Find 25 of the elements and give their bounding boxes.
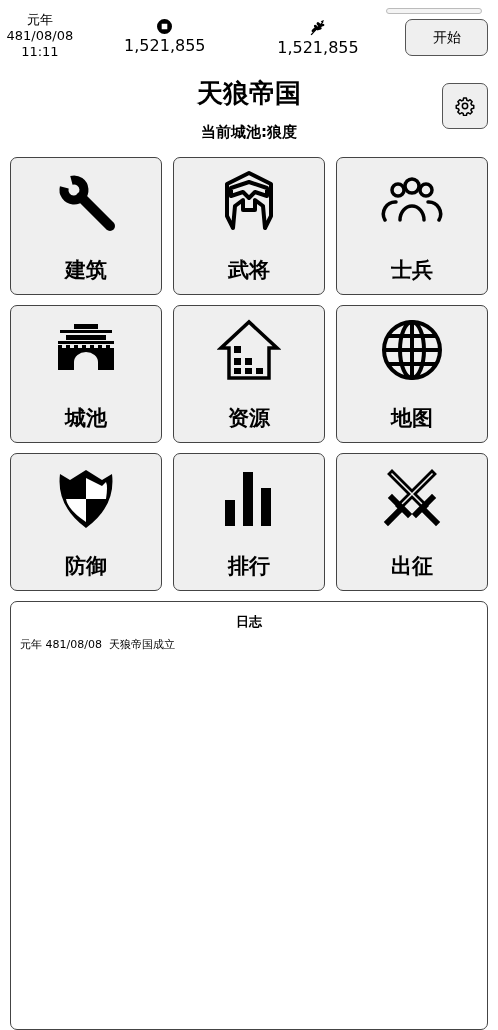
menu-tile[interactable]: 地图	[336, 305, 488, 443]
menu-tile[interactable]: 士兵	[336, 157, 488, 295]
menu-tile[interactable]: 出征	[336, 453, 488, 591]
date-text: 481/08/08	[6, 28, 74, 44]
resource-value: 1,521,855	[277, 38, 359, 57]
era-text: 元年	[26, 12, 53, 28]
menu-tile[interactable]: 排行	[173, 453, 325, 591]
menu-tile[interactable]: 武将	[173, 157, 325, 295]
menu-tile[interactable]: 建筑	[10, 157, 162, 295]
start-button[interactable]: 开始	[405, 19, 488, 56]
menu-tile[interactable]: 城池	[10, 305, 162, 443]
menu-tile[interactable]: 防御	[10, 453, 162, 591]
log-title: 日志	[236, 613, 262, 631]
menu-tile[interactable]: 资源	[173, 305, 325, 443]
coin-icon	[157, 19, 173, 34]
house-icon	[217, 318, 281, 382]
current-city: 当前城池:狼度	[201, 123, 297, 142]
settings-icon	[455, 96, 475, 116]
settings-button[interactable]	[442, 83, 488, 129]
wheat-icon	[309, 19, 327, 36]
empire-title: 天狼帝国	[197, 77, 301, 110]
globe-icon	[380, 318, 444, 382]
resource-value: 1,521,855	[124, 36, 206, 55]
time-text: 11:11	[21, 44, 59, 60]
log-entry: 元年 481/08/08 天狼帝国成立	[19, 637, 175, 652]
